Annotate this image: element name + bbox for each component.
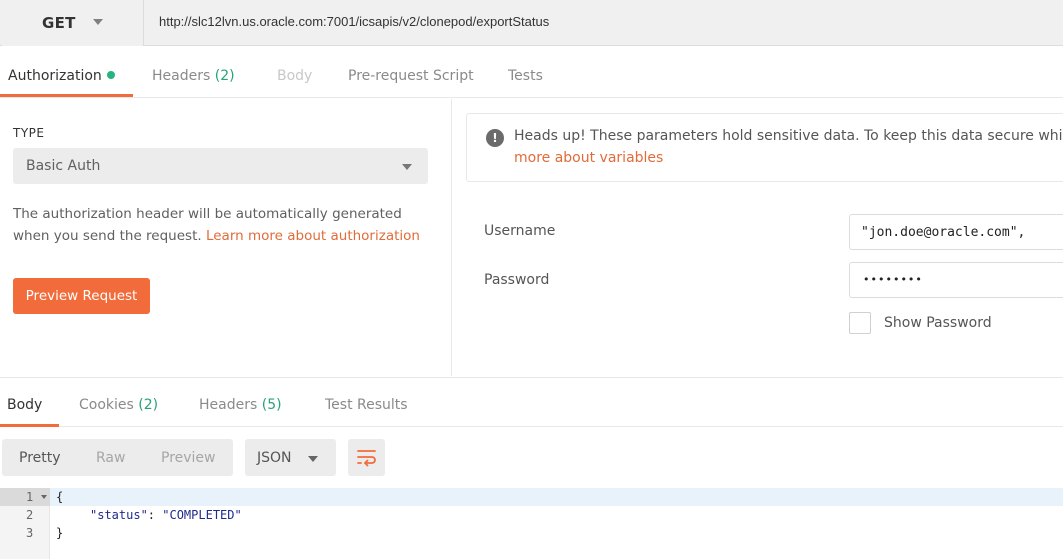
code-line: "status": "COMPLETED" xyxy=(90,508,242,522)
tab-cookies[interactable]: Cookies (2) xyxy=(79,397,158,413)
username-label: Username xyxy=(484,223,556,239)
tab-authorization[interactable]: Authorization xyxy=(8,68,115,84)
tab-response-headers[interactable]: Headers (5) xyxy=(199,397,282,413)
line-number: 2 xyxy=(26,508,34,522)
type-label: TYPE xyxy=(13,126,45,140)
json-key: "status" xyxy=(90,508,148,522)
auth-type-pane: TYPE Basic Auth The authorization header… xyxy=(0,99,452,376)
tab-count: (5) xyxy=(261,397,282,413)
username-input[interactable]: "jon.doe@oracle.com", xyxy=(849,214,1063,250)
chevron-down-icon xyxy=(93,19,103,25)
language-select[interactable]: JSON xyxy=(245,439,336,476)
password-value: •••••••• xyxy=(863,273,923,286)
show-password-label: Show Password xyxy=(884,315,992,331)
auth-type-value: Basic Auth xyxy=(26,158,101,174)
variables-link[interactable]: more about variables xyxy=(514,150,663,166)
wrap-lines-button[interactable] xyxy=(348,439,385,476)
tab-count: (2) xyxy=(138,397,159,413)
tab-tests[interactable]: Tests xyxy=(508,68,543,84)
password-input[interactable]: •••••••• xyxy=(849,262,1063,298)
pretty-button[interactable]: Pretty xyxy=(19,450,61,466)
code-line: } xyxy=(56,526,64,540)
language-value: JSON xyxy=(257,450,292,466)
active-tab-indicator xyxy=(0,424,59,427)
auth-type-select[interactable]: Basic Auth xyxy=(13,148,428,184)
tab-headers[interactable]: Headers (2) xyxy=(152,68,235,84)
preview-request-button[interactable]: Preview Request xyxy=(13,278,150,314)
tab-body[interactable]: Body xyxy=(277,68,312,84)
active-tab-indicator xyxy=(0,94,133,97)
password-label: Password xyxy=(484,272,550,288)
chevron-down-icon xyxy=(308,456,318,462)
json-colon: : xyxy=(147,508,163,522)
auth-description: The authorization header will be automat… xyxy=(13,203,438,247)
learn-more-link[interactable]: Learn more about authorization xyxy=(206,228,420,244)
line-number: 1 xyxy=(26,490,34,504)
chevron-down-icon xyxy=(402,164,412,170)
status-dot-icon xyxy=(106,71,115,79)
exclamation-icon: ! xyxy=(486,129,504,147)
tab-count: (2) xyxy=(214,68,235,84)
fold-arrow-icon[interactable] xyxy=(41,495,47,499)
url-input[interactable]: http://slc12lvn.us.oracle.com:7001/icsap… xyxy=(159,14,549,29)
username-value: "jon.doe@oracle.com", xyxy=(861,225,1026,240)
method-label: GET xyxy=(42,14,76,32)
json-value: "COMPLETED" xyxy=(162,508,242,522)
tab-pre-request-script[interactable]: Pre-request Script xyxy=(348,68,474,84)
response-body-editor[interactable]: 1 2 3 { "status": "COMPLETED" } xyxy=(0,488,1063,559)
method-select[interactable]: GET xyxy=(2,0,144,46)
active-line-highlight xyxy=(0,488,1063,506)
show-password-checkbox[interactable] xyxy=(849,312,871,334)
tab-test-results[interactable]: Test Results xyxy=(325,397,408,413)
wrap-lines-icon xyxy=(357,450,376,467)
tab-response-body[interactable]: Body xyxy=(7,397,42,413)
sensitive-data-notice: ! Heads up! These parameters hold sensit… xyxy=(466,113,1063,182)
notice-text: Heads up! These parameters hold sensitiv… xyxy=(514,128,1063,144)
code-line: { xyxy=(56,490,64,504)
tab-label: Cookies xyxy=(79,397,134,413)
tab-label: Headers xyxy=(152,68,211,84)
preview-button[interactable]: Preview xyxy=(161,450,216,466)
url-bar: GET http://slc12lvn.us.oracle.com:7001/i… xyxy=(0,0,1063,46)
raw-button[interactable]: Raw xyxy=(96,450,125,466)
view-mode-toggle: Pretty Raw Preview xyxy=(2,439,233,476)
line-number: 3 xyxy=(26,526,34,540)
response-tabs: Body Cookies (2) Headers (5) Test Result… xyxy=(0,377,1063,427)
request-tabs: Authorization Headers (2) Body Pre-reque… xyxy=(0,54,1063,98)
tab-label: Headers xyxy=(199,397,258,413)
tab-label: Authorization xyxy=(8,68,102,84)
